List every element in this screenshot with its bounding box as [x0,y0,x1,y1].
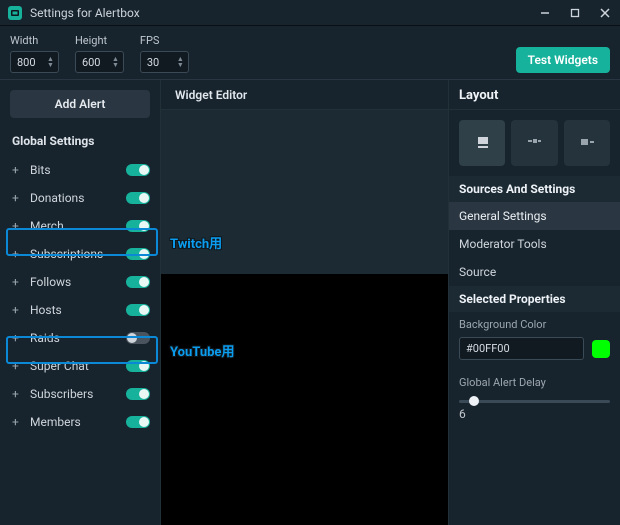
height-label: Height [75,34,124,47]
sidebar-item-merch[interactable]: + Merch [0,212,160,240]
sidebar-item-follows[interactable]: + Follows [0,268,160,296]
delay-label: Global Alert Delay [449,370,620,391]
plus-icon: + [12,387,22,401]
toggle-hosts[interactable] [126,304,150,316]
sidebar-item-label: Follows [30,275,126,289]
height-input[interactable]: 600 ▲▼ [75,51,124,73]
minimize-button[interactable] [538,6,552,20]
main-area: Add Alert Global Settings + Bits + Donat… [0,80,620,525]
sidebar: Add Alert Global Settings + Bits + Donat… [0,80,160,525]
app-icon [8,6,22,20]
top-controls: Width 800 ▲▼ Height 600 ▲▼ FPS 30 ▲▼ Tes… [0,26,620,80]
sidebar-section-heading: Global Settings [0,128,160,156]
fps-label: FPS [140,34,189,47]
sidebar-item-label: Bits [30,163,126,177]
width-stepper[interactable]: ▲▼ [47,57,54,68]
height-stepper[interactable]: ▲▼ [112,57,119,68]
plus-icon: + [12,303,22,317]
preview-content [161,274,448,525]
plus-icon: + [12,163,22,177]
toggle-bits[interactable] [126,164,150,176]
layout-option-side[interactable] [511,120,557,166]
add-alert-button[interactable]: Add Alert [10,90,150,118]
toggle-follows[interactable] [126,276,150,288]
plus-icon: + [12,219,22,233]
right-panel: Layout Sources And Settings General Sett… [448,80,620,525]
width-input[interactable]: 800 ▲▼ [10,51,59,73]
plus-icon: + [12,331,22,345]
annotation-text-twitch: Twitch用 [170,233,222,252]
fps-value: 30 [147,56,173,69]
toggle-donations[interactable] [126,192,150,204]
plus-icon: + [12,359,22,373]
layout-stacked-icon [475,137,489,149]
sidebar-item-subscriptions[interactable]: + Subscriptions [0,240,160,268]
sidebar-item-label: Merch [30,219,126,233]
sidebar-item-raids[interactable]: + Raids [0,324,160,352]
source-source[interactable]: Source [449,258,620,286]
window-title: Settings for Alertbox [30,6,538,20]
layout-inline-icon [580,137,594,149]
sidebar-item-label: Subscriptions [30,247,126,261]
plus-icon: + [12,415,22,429]
toggle-superchat[interactable] [126,360,150,372]
sidebar-item-hosts[interactable]: + Hosts [0,296,160,324]
selected-properties-heading: Selected Properties [449,286,620,312]
delay-slider[interactable] [459,395,610,407]
fps-input[interactable]: 30 ▲▼ [140,51,189,73]
test-widgets-button[interactable]: Test Widgets [516,47,610,73]
plus-icon: + [12,275,22,289]
editor: Widget Editor [160,80,448,525]
plus-icon: + [12,247,22,261]
bg-color-label: Background Color [449,312,620,333]
bg-color-input[interactable]: #00FF00 [459,337,584,360]
height-value: 600 [82,56,108,69]
bg-color-swatch[interactable] [592,340,610,358]
sidebar-item-subscribers[interactable]: + Subscribers [0,380,160,408]
delay-value: 6 [459,407,610,421]
layout-heading: Layout [449,80,620,110]
width-value: 800 [17,56,43,69]
layout-option-stacked[interactable] [459,120,505,166]
maximize-button[interactable] [568,6,582,20]
source-general-settings[interactable]: General Settings [449,202,620,230]
layout-side-icon [527,137,541,149]
layout-option-inline[interactable] [564,120,610,166]
toggle-members[interactable] [126,416,150,428]
tab-widget-editor[interactable]: Widget Editor [161,80,261,109]
sidebar-item-donations[interactable]: + Donations [0,184,160,212]
preview-canvas [161,110,448,525]
titlebar: Settings for Alertbox [0,0,620,26]
toggle-subscribers[interactable] [126,388,150,400]
sidebar-item-label: Hosts [30,303,126,317]
plus-icon: + [12,191,22,205]
sidebar-item-superchat[interactable]: + Super Chat [0,352,160,380]
close-button[interactable] [598,6,612,20]
source-moderator-tools[interactable]: Moderator Tools [449,230,620,258]
editor-tabbar: Widget Editor [161,80,448,110]
sidebar-item-label: Raids [30,331,126,345]
annotation-text-youtube: YouTube用 [170,341,234,360]
sidebar-item-bits[interactable]: + Bits [0,156,160,184]
sidebar-item-label: Donations [30,191,126,205]
sidebar-item-label: Members [30,415,126,429]
fps-stepper[interactable]: ▲▼ [177,57,184,68]
toggle-raids[interactable] [126,332,150,344]
sources-heading: Sources And Settings [449,176,620,202]
sidebar-item-members[interactable]: + Members [0,408,160,436]
toggle-subscriptions[interactable] [126,248,150,260]
sidebar-item-label: Super Chat [30,359,126,373]
sidebar-item-label: Subscribers [30,387,126,401]
toggle-merch[interactable] [126,220,150,232]
width-label: Width [10,34,59,47]
